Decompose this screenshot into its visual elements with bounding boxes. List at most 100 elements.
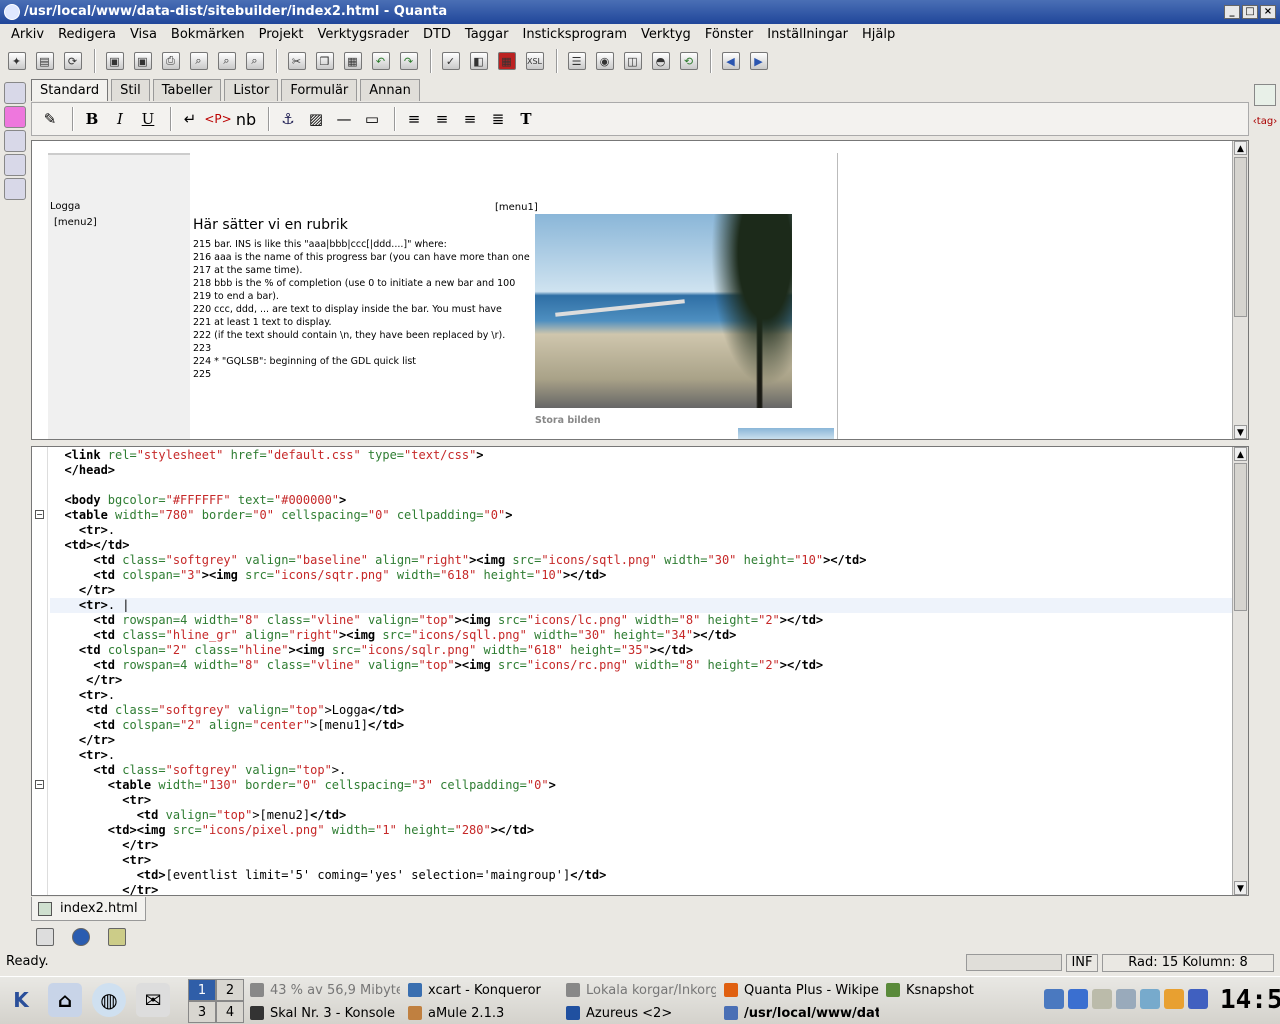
find-icon[interactable]: ⌕ [186, 49, 211, 73]
scrollbar-thumb[interactable] [1234, 463, 1247, 611]
scroll-down-arrow-icon[interactable]: ▼ [1234, 425, 1247, 439]
task-button[interactable]: Azureus <2> [566, 1002, 716, 1024]
code-line[interactable]: <td></td> [50, 538, 1234, 553]
code-line[interactable]: <tr> [50, 853, 1234, 868]
menu-fönster[interactable]: Fönster [698, 24, 760, 45]
vpl-preview-pane[interactable]: Logga [menu2] [menu1] Här sätter vi en r… [31, 140, 1249, 440]
tab-formulär[interactable]: Formulär [281, 79, 358, 101]
task-button[interactable]: xcart - Konqueror [408, 979, 558, 1001]
document-tab[interactable]: index2.html [31, 897, 146, 921]
download-arrow-icon[interactable] [1068, 989, 1088, 1009]
anchor-icon[interactable]: ⚓ [276, 107, 300, 131]
source-view-icon[interactable]: ☰ [564, 49, 589, 73]
folder-icon[interactable] [1164, 989, 1184, 1009]
code-line[interactable]: </tr> [50, 883, 1234, 895]
tab-standard[interactable]: Standard [31, 79, 109, 101]
network-icon[interactable] [1140, 989, 1160, 1009]
code-line[interactable]: <td rowspan=4 width="8" class="vline" va… [50, 658, 1234, 673]
code-line[interactable]: <td class="softgrey" valign="top">Logga<… [50, 703, 1234, 718]
quanta-app-icon[interactable] [4, 4, 20, 20]
menu-dtd[interactable]: DTD [416, 24, 458, 45]
italic-button[interactable]: I [108, 107, 132, 131]
code-line[interactable]: <tr>. [50, 688, 1234, 703]
save-icon[interactable]: ▣ [102, 49, 127, 73]
code-line[interactable]: </tr> [50, 733, 1234, 748]
fold-marker-icon[interactable]: − [35, 510, 44, 519]
mail-icon[interactable]: ✉ [136, 983, 170, 1017]
bold-button[interactable]: B [80, 107, 104, 131]
task-button[interactable]: Skal Nr. 3 - Konsole [250, 1002, 400, 1024]
preview-scrollbar[interactable]: ▲ ▼ [1232, 141, 1248, 439]
open-file-icon[interactable]: ▤ [32, 49, 57, 73]
code-line[interactable]: <tr>. [50, 523, 1234, 538]
view-in-browser-icon[interactable]: ◓ [648, 49, 673, 73]
code-line[interactable]: <td class="hline_gr" align="right"><img … [50, 628, 1234, 643]
desktop-3-button[interactable]: 3 [188, 1001, 216, 1023]
task-button[interactable]: 43 % av 56,9 Mibyte [250, 979, 400, 1001]
replace-icon[interactable]: ⌕ [242, 49, 267, 73]
menu-projekt[interactable]: Projekt [252, 24, 311, 45]
menu-hjälp[interactable]: Hjälp [855, 24, 902, 45]
align-left-icon[interactable]: ≡ [402, 107, 426, 131]
horizontal-rule-icon[interactable]: — [332, 107, 356, 131]
minimize-button[interactable]: _ [1224, 5, 1240, 19]
tag-attributes-icon[interactable]: ‹tag› [1253, 110, 1277, 132]
code-line[interactable] [50, 478, 1234, 493]
menu-taggar[interactable]: Taggar [458, 24, 516, 45]
align-justify-icon[interactable]: ≣ [486, 107, 510, 131]
clipboard-icon[interactable] [1092, 989, 1112, 1009]
code-line[interactable]: <td colspan="2" align="center">[menu1]</… [50, 718, 1234, 733]
code-line[interactable]: <td valign="top">[menu2]</td> [50, 808, 1234, 823]
window-titlebar[interactable]: /usr/local/www/data-dist/sitebuilder/ind… [0, 0, 1280, 24]
fold-marker-icon[interactable]: − [35, 780, 44, 789]
code-text[interactable]: <link rel="stylesheet" href="default.css… [50, 448, 1234, 895]
code-line[interactable]: <table width="130" border="0" cellspacin… [50, 778, 1234, 793]
code-line[interactable]: </tr> [50, 673, 1234, 688]
quick-start-icon[interactable]: ✎ [38, 107, 62, 131]
menu-insticksprogram[interactable]: Insticksprogram [516, 24, 635, 45]
task-button[interactable]: aMule 2.1.3 [408, 1002, 558, 1024]
find-next-icon[interactable]: ⌕ [214, 49, 239, 73]
code-line[interactable]: <link rel="stylesheet" href="default.css… [50, 448, 1234, 463]
desktop-2-button[interactable]: 2 [216, 979, 244, 1001]
bluetooth-icon[interactable] [1188, 989, 1208, 1009]
line-break-icon[interactable]: ↵ [178, 107, 202, 131]
scroll-down-arrow-icon[interactable]: ▼ [1234, 881, 1247, 895]
home-folder-icon[interactable]: ⌂ [48, 983, 82, 1017]
menu-bokmärken[interactable]: Bokmärken [164, 24, 252, 45]
grid-icon[interactable]: ▦ [494, 49, 519, 73]
code-line[interactable]: <td>[eventlist limit='5' coming='yes' se… [50, 868, 1234, 883]
code-line[interactable]: <body bgcolor="#FFFFFF" text="#000000"> [50, 493, 1234, 508]
scroll-up-arrow-icon[interactable]: ▲ [1234, 447, 1247, 461]
menu-verktyg[interactable]: Verktyg [634, 24, 698, 45]
menu-arkiv[interactable]: Arkiv [4, 24, 51, 45]
tab-tabeller[interactable]: Tabeller [152, 79, 222, 101]
font-icon[interactable]: T [514, 107, 538, 131]
editor-scrollbar[interactable]: ▲ ▼ [1232, 447, 1248, 895]
web-browser-icon[interactable]: ◍ [92, 983, 126, 1017]
back-arrow-icon[interactable]: ◀ [718, 49, 743, 73]
code-line[interactable]: <td colspan="2" class="hline"><img src="… [50, 643, 1234, 658]
code-line[interactable]: <td colspan="3"><img src="icons/sqtr.png… [50, 568, 1234, 583]
scroll-up-arrow-icon[interactable]: ▲ [1234, 141, 1247, 155]
files-tree-icon[interactable] [4, 82, 26, 104]
info-icon[interactable] [72, 928, 90, 946]
split-view-icon[interactable]: ◫ [620, 49, 645, 73]
task-button[interactable]: Quanta Plus - Wikipe [724, 979, 879, 1001]
xsl-icon[interactable]: XSL [522, 49, 547, 73]
keyboard-icon[interactable] [1116, 989, 1136, 1009]
kde-menu-icon[interactable]: K [4, 983, 38, 1017]
preview-icon[interactable]: ◧ [466, 49, 491, 73]
redo-icon[interactable]: ↷ [396, 49, 421, 73]
code-line[interactable]: </head> [50, 463, 1234, 478]
align-right-icon[interactable]: ≡ [458, 107, 482, 131]
code-line[interactable]: <tr> [50, 793, 1234, 808]
problem-reporter-icon[interactable] [108, 928, 126, 946]
code-line[interactable]: <td rowspan=4 width="8" class="vline" va… [50, 613, 1234, 628]
templates-icon[interactable] [4, 130, 26, 152]
copy-icon[interactable]: ❐ [312, 49, 337, 73]
undo-icon[interactable]: ↶ [368, 49, 393, 73]
nbsp-button[interactable]: nb [234, 107, 258, 131]
tab-listor[interactable]: Listor [224, 79, 279, 101]
structure-icon[interactable] [4, 154, 26, 176]
